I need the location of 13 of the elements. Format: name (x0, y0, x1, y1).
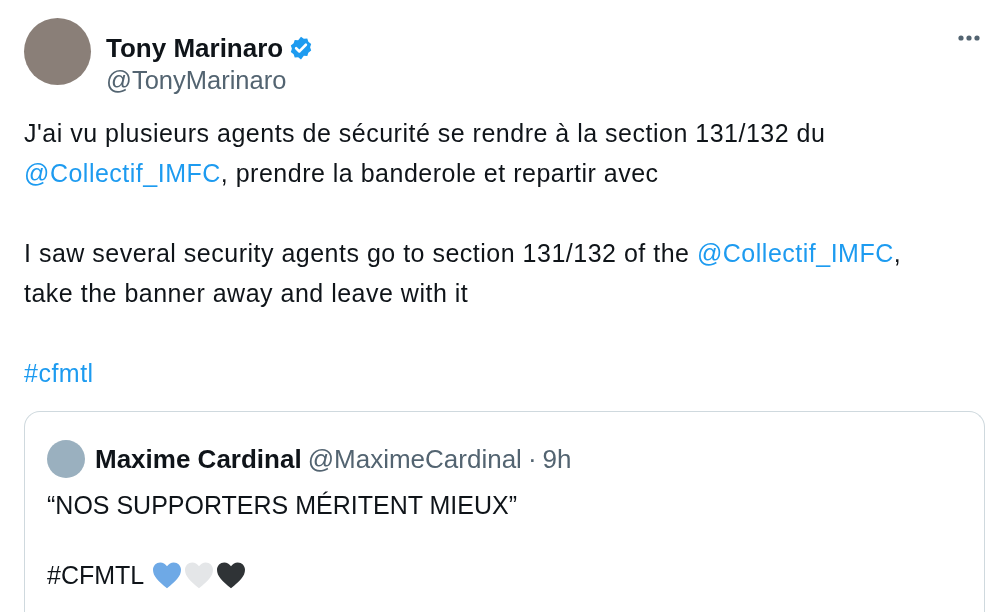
quoted-tweet-card[interactable]: Maxime Cardinal @MaximeCardinal · 9h “NOS SUPPORTERS MÉRITENT MIEUX” #CFMTL (24, 411, 985, 612)
author-name[interactable]: Tony Marinaro (106, 34, 284, 62)
quoted-author-name: Maxime Cardinal (95, 443, 302, 475)
avatar-photo-placeholder (47, 440, 85, 478)
quoted-tweet-text: #CFMTL (47, 560, 145, 590)
timestamp: 9h (542, 443, 572, 475)
tweet-text: J'ai vu plusieurs agents de sécurité se rendre à la section 131/132 du @Collectif_IMFC, prendre la banderole et repartir avec (24, 118, 827, 189)
author-handle[interactable]: @TonyMarinaro (106, 66, 315, 94)
quoted-author-handle: @MaximeCardinal (307, 443, 522, 475)
separator-dot: · (527, 443, 537, 475)
tweet-text: I saw several security agents go to section 131/132 of the @Collectif_IMFC, take the banner away and leave with it (24, 238, 903, 309)
ellipsis-icon (957, 34, 981, 42)
quoted-tweet-text: “NOS SUPPORTERS MÉRITENT MIEUX” (47, 490, 517, 520)
